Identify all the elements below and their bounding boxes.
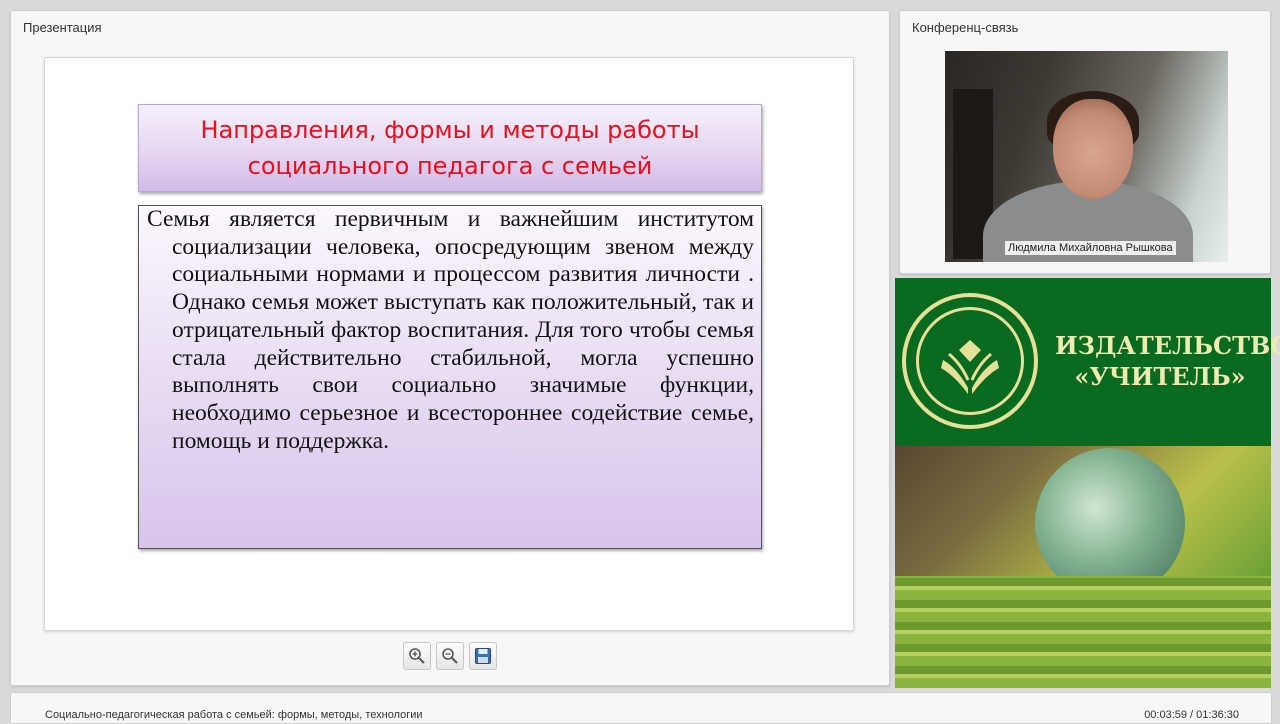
zoom-out-button[interactable] [436, 642, 464, 670]
slide-toolbar [403, 642, 497, 670]
publisher-photo [895, 446, 1271, 688]
presentation-panel: Презентация Направления, формы и методы … [10, 10, 890, 686]
books-image [895, 576, 1271, 688]
presentation-panel-title: Презентация [23, 20, 102, 35]
publisher-logo [902, 293, 1038, 429]
zoom-out-icon [442, 648, 458, 664]
course-title: Социально-педагогическая работа с семьей… [45, 709, 423, 721]
publisher-logo-inner [916, 307, 1024, 415]
slide-title: Направления, формы и методы работы социа… [200, 116, 700, 180]
slide-body-text: Семья является первичным и важнейшим инс… [147, 206, 754, 455]
publisher-name: ИЗДАТЕЛЬСТВО «УЧИТЕЛЬ» [1055, 330, 1280, 392]
publisher-banner: ИЗДАТЕЛЬСТВО «УЧИТЕЛЬ» [895, 278, 1280, 446]
slide-body-rest: институтом социализации человека, опосре… [172, 206, 754, 454]
slide-body-box: Семья является первичным и важнейшим инс… [138, 205, 762, 549]
footer-bar: Социально-педагогическая работа с семьей… [10, 692, 1272, 724]
floppy-disk-icon [475, 648, 491, 664]
zoom-in-icon [409, 648, 425, 664]
open-book-icon [941, 340, 999, 394]
slide-title-box: Направления, формы и методы работы социа… [138, 104, 762, 192]
slide: Направления, формы и методы работы социа… [44, 57, 854, 631]
publisher-name-line1: ИЗДАТЕЛЬСТВО [1055, 331, 1280, 360]
publisher-name-line2: «УЧИТЕЛЬ» [1074, 362, 1246, 391]
webcam-video: Людмила Михайловна Рышкова [945, 51, 1228, 262]
conference-panel: Конференц-связь Людмила Михайловна Рышко… [899, 10, 1271, 274]
conference-panel-title: Конференц-связь [912, 20, 1019, 35]
playback-time: 00:03:59 / 01:36:30 [1144, 709, 1239, 721]
speaker-name-label: Людмила Михайловна Рышкова [1005, 241, 1176, 255]
zoom-in-button[interactable] [403, 642, 431, 670]
video-speaker-face [1053, 99, 1133, 199]
slide-body-first-line: Семья является первичным и важнейшим [147, 206, 619, 232]
save-button[interactable] [469, 642, 497, 670]
